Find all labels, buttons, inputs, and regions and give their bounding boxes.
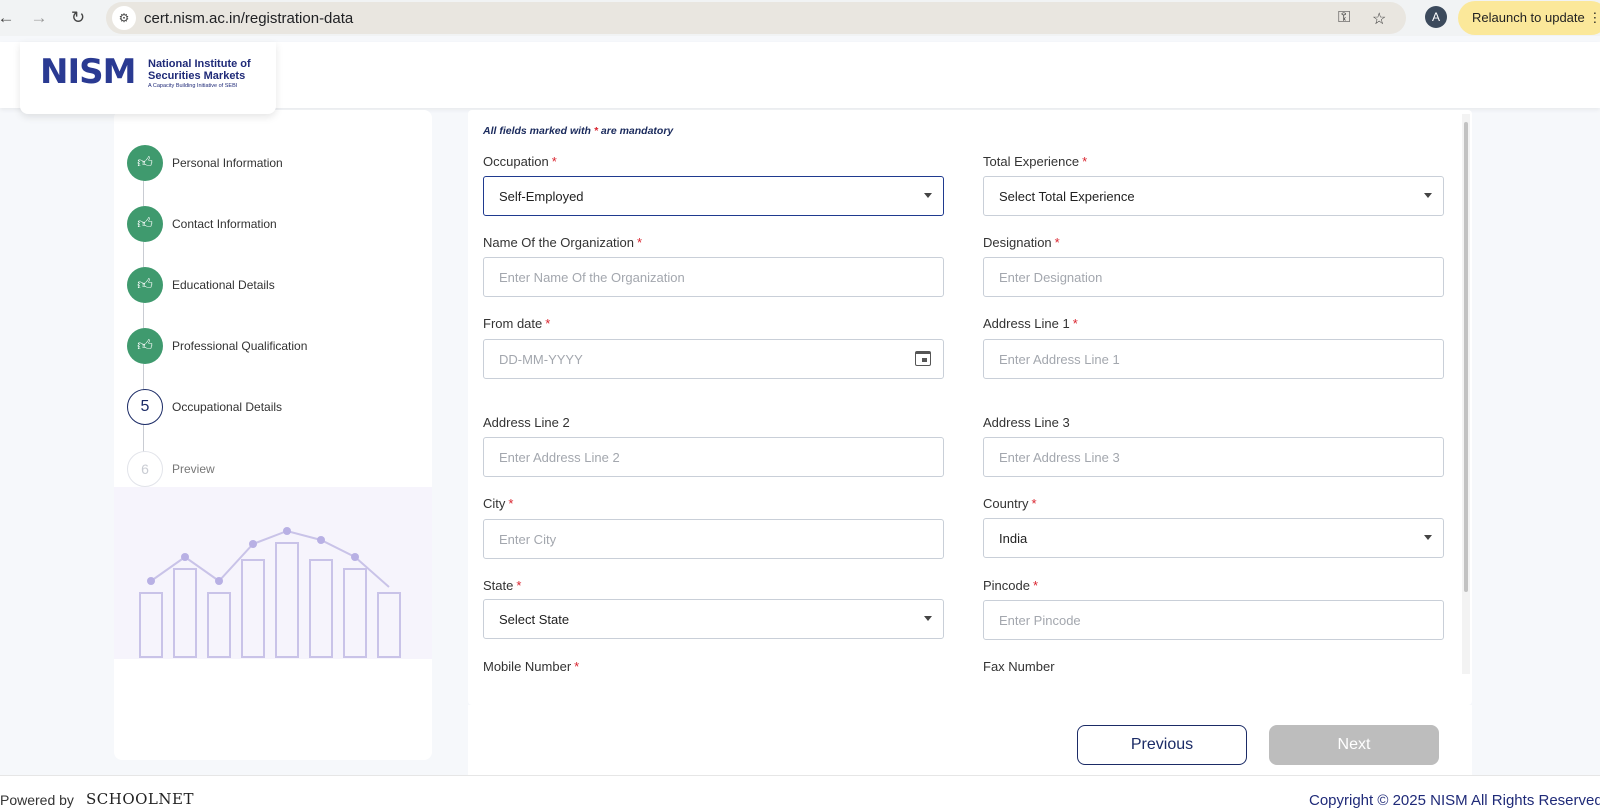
occupation-value: Self-Employed <box>499 189 584 204</box>
address-bar[interactable]: ⚙ cert.nism.ac.in/registration-data ⚿ ☆ <box>106 2 1406 34</box>
step-label: Personal Information <box>172 156 283 170</box>
from-date-label: From date * <box>483 316 551 331</box>
nism-logo[interactable]: NISM National Institute of Securities Ma… <box>20 42 276 114</box>
address-line1-label: Address Line 1 * <box>983 316 1078 331</box>
fax-number-label: Fax Number <box>983 659 1055 674</box>
forward-icon[interactable]: → <box>27 6 51 30</box>
relaunch-label: Relaunch to update <box>1472 10 1585 25</box>
step-label: Educational Details <box>172 278 275 292</box>
designation-input[interactable]: Enter Designation <box>983 257 1444 297</box>
pincode-placeholder: Enter Pincode <box>999 613 1081 628</box>
thumbs-up-icon: 👍︎ <box>127 206 163 242</box>
organization-placeholder: Enter Name Of the Organization <box>499 270 685 285</box>
step-label: Preview <box>172 462 215 476</box>
thumbs-up-icon: 👍︎ <box>127 328 163 364</box>
state-value: Select State <box>499 612 570 627</box>
thumbs-up-icon: 👍︎ <box>127 267 163 303</box>
logo-name-line1: National Institute of <box>148 58 251 70</box>
from-date-input[interactable]: DD-MM-YYYY <box>483 339 944 379</box>
from-date-placeholder: DD-MM-YYYY <box>499 352 583 367</box>
designation-label: Designation * <box>983 235 1060 250</box>
thumbs-up-icon: 👍︎ <box>127 145 163 181</box>
pincode-label: Pincode * <box>983 578 1039 593</box>
step-preview[interactable]: 6 Preview <box>127 451 427 487</box>
chevron-down-icon <box>1424 193 1432 198</box>
chevron-down-icon <box>924 193 932 198</box>
mandatory-note-suffix: are mandatory <box>600 125 674 137</box>
step-contact-information[interactable]: 👍︎ Contact Information <box>127 206 427 242</box>
total-experience-label: Total Experience * <box>983 154 1088 169</box>
address-line2-placeholder: Enter Address Line 2 <box>499 450 620 465</box>
decorative-bar-chart-illustration <box>114 487 432 659</box>
relaunch-button[interactable]: Relaunch to update ⋮ <box>1458 1 1600 35</box>
browser-toolbar: ← → ↻ ⚙ cert.nism.ac.in/registration-dat… <box>0 0 1600 36</box>
step-label: Contact Information <box>172 217 277 231</box>
state-label: State * <box>483 578 522 593</box>
mobile-number-label: Mobile Number * <box>483 659 580 674</box>
logo-tagline: A Capacity Building Initiative of SEBI <box>148 83 238 89</box>
step-number-6: 6 <box>127 451 163 487</box>
address-line1-placeholder: Enter Address Line 1 <box>999 352 1120 367</box>
address-line3-input[interactable]: Enter Address Line 3 <box>983 437 1444 477</box>
country-label: Country * <box>983 496 1037 511</box>
step-occupational-details[interactable]: 5 Occupational Details <box>127 389 427 425</box>
total-experience-value: Select Total Experience <box>999 189 1135 204</box>
previous-button[interactable]: Previous <box>1077 725 1247 765</box>
address-line3-placeholder: Enter Address Line 3 <box>999 450 1120 465</box>
chevron-down-icon <box>1424 535 1432 540</box>
organization-input[interactable]: Enter Name Of the Organization <box>483 257 944 297</box>
step-number-5: 5 <box>127 389 163 425</box>
occupation-label: Occupation * <box>483 154 557 169</box>
chevron-down-icon <box>924 616 932 621</box>
powered-by-text: Powered by <box>0 792 74 808</box>
bookmark-star-icon[interactable]: ☆ <box>1372 9 1386 29</box>
state-select[interactable]: Select State <box>483 599 944 639</box>
address-line2-input[interactable]: Enter Address Line 2 <box>483 437 944 477</box>
city-label: City * <box>483 496 514 511</box>
city-input[interactable]: Enter City <box>483 519 944 559</box>
mandatory-note: All fields marked with * are mandatory <box>483 125 673 137</box>
mandatory-star: * <box>593 125 598 137</box>
mandatory-note-prefix: All fields marked with <box>483 125 591 137</box>
password-key-icon[interactable]: ⚿ <box>1338 9 1350 27</box>
url-text[interactable]: cert.nism.ac.in/registration-data <box>144 10 353 27</box>
step-professional-qualification[interactable]: 👍︎ Professional Qualification <box>127 328 427 364</box>
step-label: Occupational Details <box>172 400 283 414</box>
step-label: Professional Qualification <box>172 339 308 353</box>
schoolnet-logo[interactable]: SCHOOLNET <box>86 790 194 808</box>
city-placeholder: Enter City <box>499 532 557 547</box>
back-icon[interactable]: ← <box>0 6 18 30</box>
logo-name-line2: Securities Markets <box>148 70 246 82</box>
copyright-text: Copyright © 2025 NISM All Rights Reserve… <box>1309 792 1600 809</box>
occupation-select[interactable]: Self-Employed <box>483 176 944 216</box>
next-button[interactable]: Next <box>1269 725 1439 765</box>
address-line3-label: Address Line 3 <box>983 415 1070 430</box>
address-line1-input[interactable]: Enter Address Line 1 <box>983 339 1444 379</box>
profile-avatar[interactable]: A <box>1425 6 1447 28</box>
logo-mark: NISM <box>40 52 136 92</box>
reload-icon[interactable]: ↻ <box>66 6 90 30</box>
country-value: India <box>999 531 1028 546</box>
site-settings-icon[interactable]: ⚙ <box>112 6 136 30</box>
pincode-input[interactable]: Enter Pincode <box>983 600 1444 640</box>
designation-placeholder: Enter Designation <box>999 270 1103 285</box>
country-select[interactable]: India <box>983 518 1444 558</box>
step-personal-information[interactable]: 👍︎ Personal Information <box>127 145 427 181</box>
total-experience-select[interactable]: Select Total Experience <box>983 176 1444 216</box>
organization-label: Name Of the Organization * <box>483 235 643 250</box>
form-scrollbar-thumb[interactable] <box>1464 122 1468 592</box>
address-line2-label: Address Line 2 <box>483 415 570 430</box>
calendar-icon[interactable] <box>915 351 931 366</box>
step-educational-details[interactable]: 👍︎ Educational Details <box>127 267 427 303</box>
